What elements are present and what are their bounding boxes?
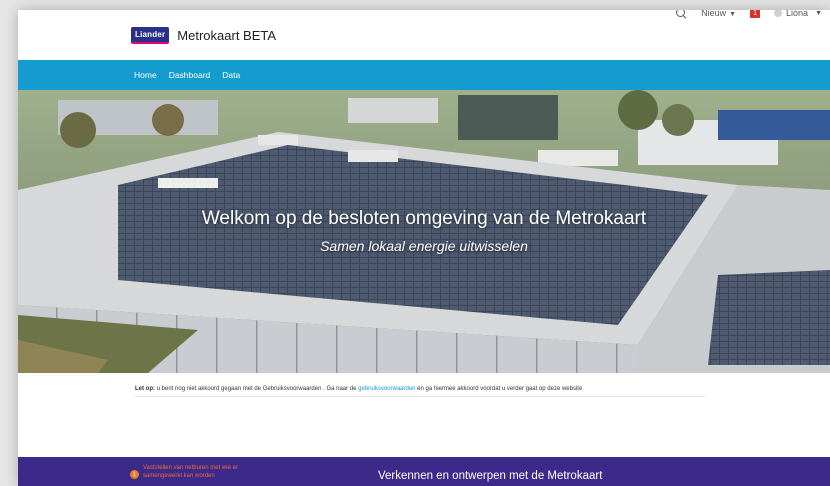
terms-notice: Let op: u bent nog niet akkoord gegaan m… (135, 386, 705, 397)
hero-subtitle: Samen lokaal energie uitwisselen (320, 238, 528, 254)
warning-text[interactable]: Vaststellen van netburen met wie er same… (143, 465, 243, 480)
liander-logo[interactable]: Liander (131, 26, 170, 44)
hero-title: Welkom op de besloten omgeving van de Me… (201, 208, 647, 229)
site-header: Liander Metrokaart BETA (18, 10, 830, 60)
notice-text: u bent nog niet akkoord gegaan met de Ge… (155, 386, 359, 392)
footer-band: 1 Vaststellen van netburen met wie er sa… (18, 457, 830, 486)
hero-image (18, 90, 830, 373)
notice-prefix: Let op: (135, 386, 155, 392)
app-title: Metrokaart BETA (177, 27, 277, 43)
footer-title: Verkennen en ontwerpen met de Metrokaart (378, 470, 603, 482)
warning-icon: 1 (130, 470, 139, 479)
hero-banner: Welkom op de besloten omgeving van de Me… (18, 90, 830, 373)
notice-text-end: en ga hiermee akkoord voordat u verder g… (415, 386, 583, 392)
terms-link[interactable]: gebruiksvoorwaarden (358, 386, 415, 392)
nav-item-dashboard[interactable]: Dashboard (169, 70, 211, 80)
nav-item-home[interactable]: Home (134, 70, 157, 80)
main-nav: Home Dashboard Data (18, 60, 830, 90)
nav-item-data[interactable]: Data (222, 70, 240, 80)
browser-page: Nieuw ▼ 1 Liona ▼ Liander Metrokaart BETA … (18, 10, 830, 486)
